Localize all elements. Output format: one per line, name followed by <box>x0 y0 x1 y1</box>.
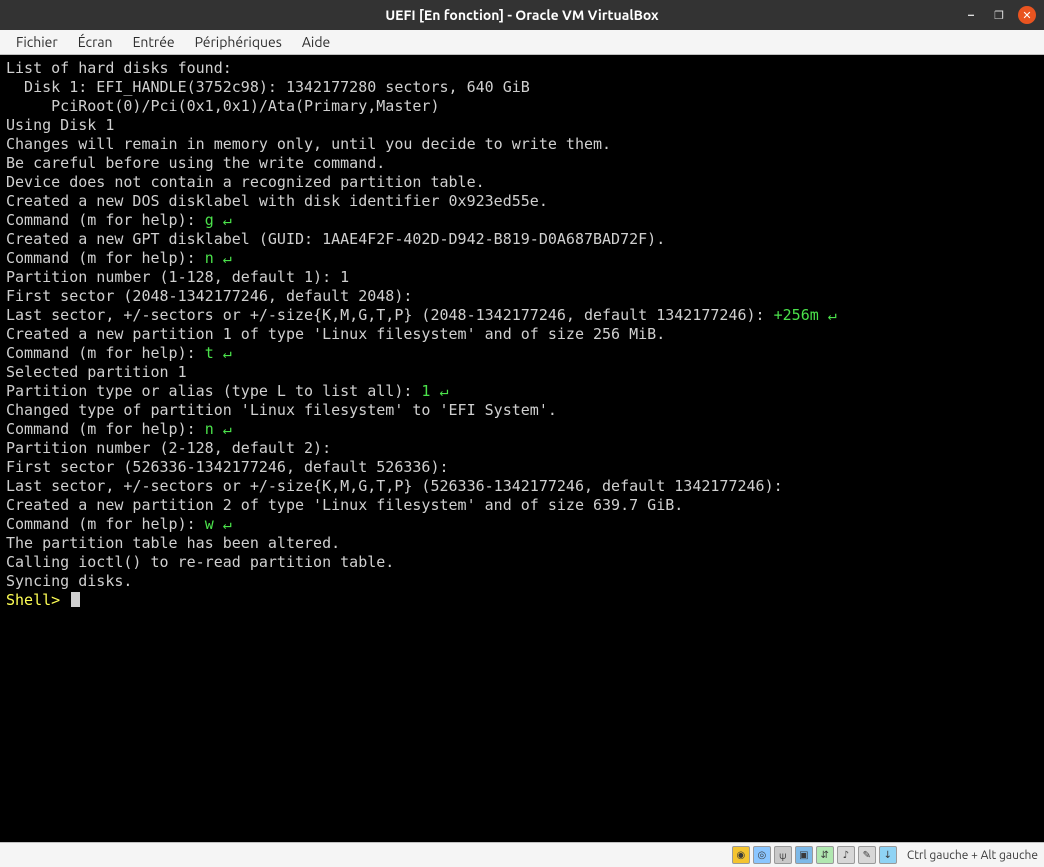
menu-peripheriques[interactable]: Périphériques <box>185 32 292 52</box>
window-controls <box>962 0 1036 30</box>
menu-entree[interactable]: Entrée <box>123 32 185 52</box>
menu-aide[interactable]: Aide <box>292 32 340 52</box>
network-icon[interactable]: ⇵ <box>816 846 834 864</box>
menu-ecran[interactable]: Écran <box>68 32 123 52</box>
statusbar: ◉ ◎ ψ ▣ ⇵ ♪ ✎ ↓ Ctrl gauche + Alt gauche <box>0 842 1044 867</box>
minimize-button[interactable] <box>962 6 980 24</box>
close-button[interactable] <box>1018 6 1036 24</box>
optical-icon[interactable]: ◎ <box>753 846 771 864</box>
titlebar[interactable]: UEFI [En fonction] - Oracle VM VirtualBo… <box>0 0 1044 30</box>
menu-fichier[interactable]: Fichier <box>6 32 68 52</box>
harddisk-icon[interactable]: ◉ <box>732 846 750 864</box>
status-icons: ◉ ◎ ψ ▣ ⇵ ♪ ✎ ↓ <box>732 846 897 864</box>
shared-folder-icon[interactable]: ▣ <box>795 846 813 864</box>
menubar: Fichier Écran Entrée Périphériques Aide <box>0 30 1044 55</box>
mouse-icon[interactable]: ✎ <box>858 846 876 864</box>
usb-icon[interactable]: ψ <box>774 846 792 864</box>
maximize-button[interactable] <box>990 6 1008 24</box>
terminal-output[interactable]: List of hard disks found: Disk 1: EFI_HA… <box>0 55 1044 842</box>
vm-window: UEFI [En fonction] - Oracle VM VirtualBo… <box>0 0 1044 867</box>
host-key-label: Ctrl gauche + Alt gauche <box>907 849 1038 862</box>
window-title: UEFI [En fonction] - Oracle VM VirtualBo… <box>385 7 658 23</box>
recording-icon[interactable]: ↓ <box>879 846 897 864</box>
audio-icon[interactable]: ♪ <box>837 846 855 864</box>
